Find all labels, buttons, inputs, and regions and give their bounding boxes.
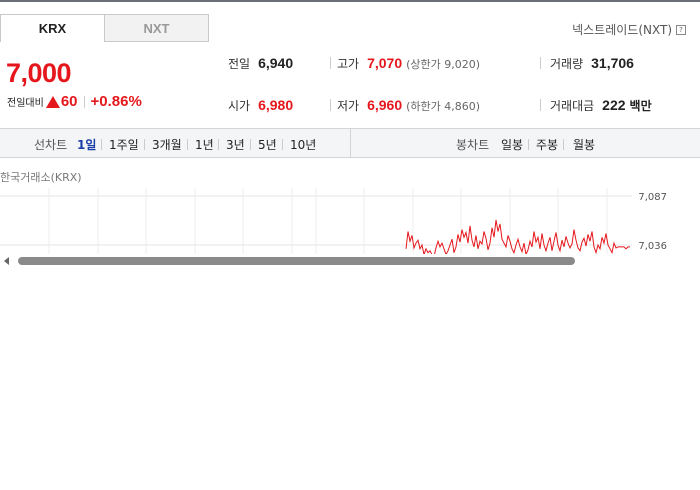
lower-limit: (하한가 4,860) [406,100,481,113]
summary-divider [540,57,541,69]
candle-monthly[interactable]: 월봉 [573,136,595,153]
period-divider [282,139,283,150]
period-1y[interactable]: 1년 [195,136,214,153]
high-label: 고가 [337,57,360,71]
period-1d[interactable]: 1일 [77,136,96,153]
candle-chart-label: 봉차트 [456,138,490,152]
tab-nxt[interactable]: NXT [104,14,209,42]
tab-underline [104,41,209,42]
prev-close: 전일 6,940 [228,55,293,72]
low-label: 저가 [337,99,360,113]
scroll-left-icon[interactable] [4,257,9,265]
period-bar-divider [350,129,351,157]
chart-series [405,219,630,256]
price-chart: 7,087 7,036 [0,188,667,256]
low-price: 저가 6,960 (하한가 4,860) [337,97,480,114]
candle-daily[interactable]: 일봉 [501,136,523,153]
period-divider [563,139,564,150]
open-price: 시가 6,980 [228,97,293,114]
period-divider [187,139,188,150]
period-10y[interactable]: 10년 [290,136,316,153]
low-value: 6,960 [367,97,403,113]
chart-scrollbar[interactable] [0,254,700,268]
period-bar: 선차트 1일 1주일 3개월 1년 3년 5년 10년 봉차트 일봉 주봉 월봉 [0,128,700,158]
change-amount: 60 [60,93,78,110]
summary-divider [540,99,541,111]
high-value: 7,070 [367,55,403,71]
change-divider [83,95,85,108]
help-icon[interactable]: ? [676,24,686,35]
y-tick-label: 7,087 [638,192,667,203]
volume: 거래량 31,706 [550,55,634,72]
price-change: 전일대비 60 +0.86% [7,93,142,110]
price-line [405,219,630,256]
trade-value: 거래대금 222 백만 [550,97,652,114]
summary-divider [330,57,331,69]
chart-y-axis: 7,087 7,036 [638,192,667,252]
period-divider [250,139,251,150]
period-5y[interactable]: 5년 [258,136,277,153]
open-value: 6,980 [258,97,294,113]
open-label: 시가 [228,99,251,113]
current-price: 7,000 [6,58,72,88]
prev-close-value: 6,940 [258,55,294,71]
change-rate: +0.86% [90,93,142,110]
trade-value-unit: 백만 [629,99,652,113]
trade-value-value: 222 [602,97,626,113]
chart-grid [0,188,632,256]
line-chart-label: 선차트 [34,138,68,152]
triangle-up-icon [45,95,60,108]
tab-krx[interactable]: KRX [0,14,105,42]
exchange-label: 한국거래소(KRX) [0,171,82,184]
period-divider [528,139,529,150]
trade-value-label: 거래대금 [550,99,595,113]
change-label: 전일대비 [7,98,44,109]
period-3y[interactable]: 3년 [226,136,245,153]
nxt-link-label: 넥스트레이드(NXT) [572,23,672,37]
volume-value: 31,706 [591,55,634,71]
summary-divider [330,99,331,111]
period-3m[interactable]: 3개월 [152,136,182,153]
nxt-link[interactable]: 넥스트레이드(NXT) ? [572,21,686,38]
scroll-thumb[interactable] [18,257,575,265]
top-border [0,0,700,2]
y-tick-label: 7,036 [638,241,667,252]
upper-limit: (상한가 9,020) [406,58,481,71]
period-1w[interactable]: 1주일 [109,136,139,153]
candle-weekly[interactable]: 주봉 [536,136,558,153]
period-divider [218,139,219,150]
period-divider [144,139,145,150]
volume-label: 거래량 [550,57,584,71]
period-divider [101,139,102,150]
high-price: 고가 7,070 (상한가 9,020) [337,55,480,72]
prev-close-label: 전일 [228,57,251,71]
